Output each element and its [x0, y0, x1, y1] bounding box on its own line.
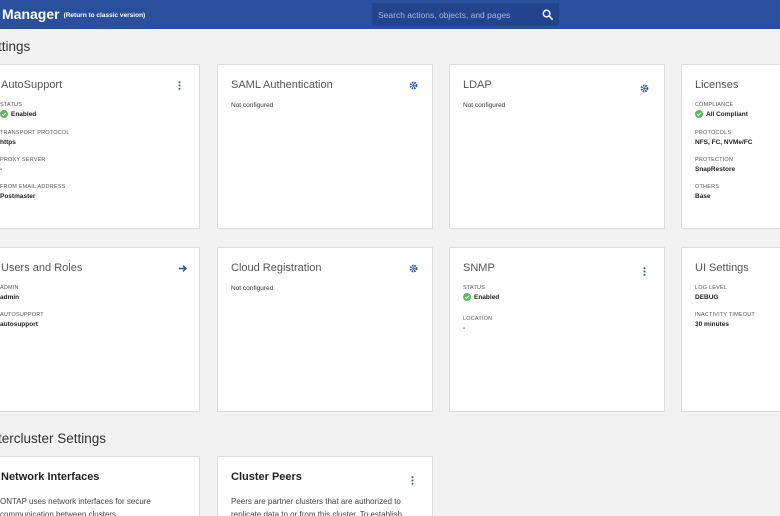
more-options-icon[interactable] — [173, 79, 185, 91]
app-title: Manager (Return to classic version) — [2, 6, 145, 22]
card-title: Cloud Registration — [231, 262, 322, 274]
compliance-field: COMPLIANCE All Compliant — [695, 102, 748, 118]
network-interfaces-card[interactable]: Network Interfaces ONTAP uses network in… — [0, 456, 200, 516]
gear-icon[interactable] — [407, 79, 419, 91]
field-label: STATUS — [0, 102, 23, 108]
check-icon — [0, 110, 8, 118]
field-value: NFS, FC, NVMe/FC — [695, 139, 753, 146]
gear-icon[interactable] — [638, 82, 650, 94]
proxy-server-field: PROXY SERVER - — [0, 157, 46, 173]
search-input[interactable] — [378, 3, 538, 26]
cluster-peers-card[interactable]: Cluster Peers Peers are partner clusters… — [217, 456, 433, 516]
card-title: Licenses — [695, 79, 739, 91]
status-field: STATUS Enabled — [463, 285, 499, 301]
field-label: TRANSPORT PROTOCOL — [0, 130, 70, 136]
field-value: admin — [0, 294, 20, 301]
field-label: FROM EMAIL ADDRESS — [0, 184, 66, 190]
card-title: Network Interfaces — [1, 471, 100, 483]
field-label: LOG LEVEL — [695, 285, 728, 291]
not-configured-text: Not configured — [231, 102, 274, 109]
field-value: Enabled — [11, 110, 37, 118]
field-label: COMPLIANCE — [695, 102, 734, 108]
field-value: Enabled — [474, 293, 500, 301]
field-label: PROXY SERVER — [0, 157, 46, 163]
users-and-roles-card[interactable]: Users and Roles ADMIN admin AUTOSUPPORT … — [0, 247, 200, 412]
card-title: SAML Authentication — [231, 79, 333, 91]
licenses-card[interactable]: Licenses COMPLIANCE All Compliant PROTOC… — [681, 64, 780, 229]
check-icon — [695, 110, 703, 118]
card-title: Cluster Peers — [231, 471, 302, 483]
field-label: AUTOSUPPORT — [0, 312, 44, 318]
autosupport-user-field: AUTOSUPPORT autosupport — [0, 312, 44, 328]
card-title: AutoSupport — [1, 79, 63, 91]
field-label: LOCATION — [463, 316, 493, 322]
others-field: OTHERS Base — [695, 184, 719, 200]
saml-authentication-card[interactable]: SAML Authentication Not configured — [217, 64, 433, 229]
field-value: - — [463, 325, 466, 332]
return-to-classic-link[interactable]: (Return to classic version) — [64, 12, 146, 19]
protection-field: PROTECTION SnapRestore — [695, 157, 735, 173]
field-value: All Compliant — [706, 110, 748, 118]
card-description: Peers are partner clusters that are auth… — [231, 497, 403, 516]
protocols-field: PROTOCOLS NFS, FC, NVMe/FC — [695, 130, 752, 146]
transport-protocol-field: TRANSPORT PROTOCOL https — [0, 130, 70, 146]
field-value: Base — [695, 193, 711, 200]
card-title: SNMP — [463, 262, 495, 274]
field-value: SnapRestore — [695, 166, 736, 173]
check-icon — [463, 293, 471, 301]
not-configured-text: Not configured — [463, 102, 506, 109]
field-value: https — [0, 139, 16, 146]
card-title: LDAP — [463, 79, 492, 91]
settings-section-title: ttings — [0, 39, 31, 54]
field-label: PROTECTION — [695, 157, 734, 163]
cloud-registration-card[interactable]: Cloud Registration Not configured — [217, 247, 433, 412]
field-value: 30 minutes — [695, 321, 729, 328]
field-label: STATUS — [463, 285, 486, 291]
arrow-right-icon[interactable] — [176, 262, 188, 274]
search-icon[interactable] — [542, 9, 553, 20]
location-field: LOCATION - — [463, 316, 492, 332]
admin-field: ADMIN admin — [0, 285, 19, 301]
card-description: ONTAP uses network interfaces for secure… — [0, 497, 151, 516]
gear-icon[interactable] — [407, 262, 419, 274]
field-label: INACTIVITY TIMEOUT — [695, 312, 755, 318]
card-title: UI Settings — [695, 262, 749, 274]
inactivity-timeout-field: INACTIVITY TIMEOUT 30 minutes — [695, 312, 755, 328]
app-title-text: Manager — [2, 6, 60, 22]
not-configured-text: Not configured — [231, 285, 274, 292]
field-value: Postmaster — [0, 193, 36, 200]
card-title: Users and Roles — [1, 262, 83, 274]
search-box[interactable] — [372, 3, 559, 26]
field-value: - — [0, 166, 3, 173]
from-email-field: FROM EMAIL ADDRESS Postmaster — [0, 184, 65, 200]
field-value: autosupport — [0, 321, 38, 328]
ui-settings-card[interactable]: UI Settings LOG LEVEL DEBUG INACTIVITY T… — [681, 247, 780, 412]
top-bar: Manager (Return to classic version) — [0, 0, 780, 29]
more-options-icon[interactable] — [406, 474, 418, 486]
snmp-card[interactable]: SNMP STATUS Enabled LOCATION - — [449, 247, 665, 412]
field-label: PROTOCOLS — [695, 130, 732, 136]
more-options-icon[interactable] — [638, 265, 650, 277]
log-level-field: LOG LEVEL DEBUG — [695, 285, 727, 301]
field-label: OTHERS — [695, 184, 720, 190]
field-value: DEBUG — [695, 294, 719, 301]
status-field: STATUS Enabled — [0, 102, 36, 118]
ldap-card[interactable]: LDAP Not configured — [449, 64, 665, 229]
autosupport-card[interactable]: AutoSupport STATUS Enabled TRANSPORT PRO… — [0, 64, 200, 229]
field-label: ADMIN — [0, 285, 19, 291]
intercluster-section-title: tercluster Settings — [0, 431, 107, 446]
